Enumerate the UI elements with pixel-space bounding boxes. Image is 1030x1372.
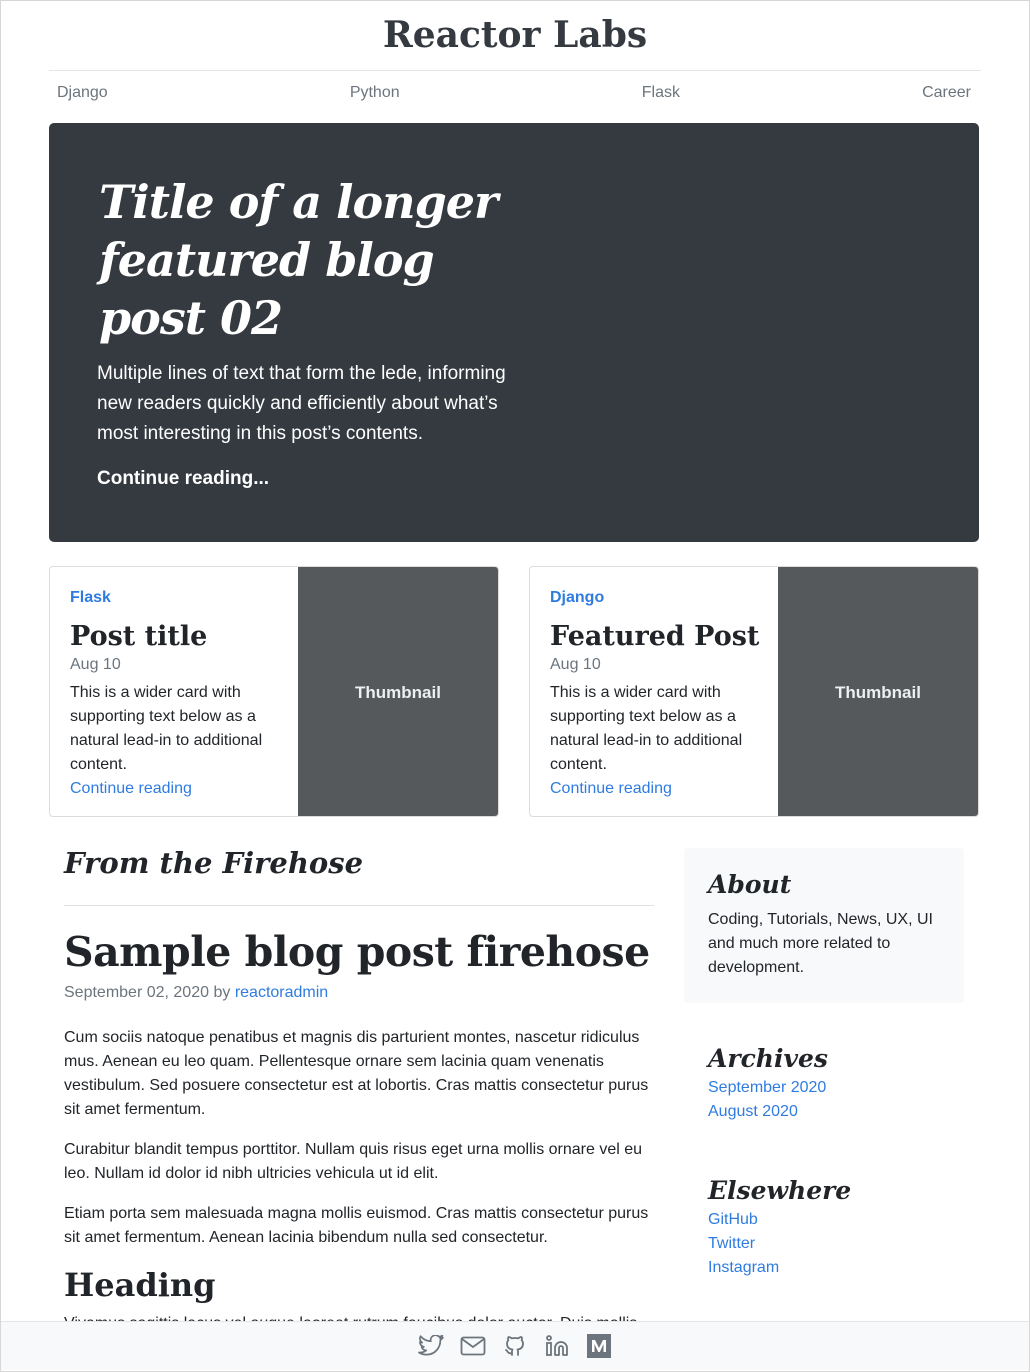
section-divider bbox=[64, 905, 654, 906]
elsewhere-link-twitter[interactable]: Twitter bbox=[708, 1232, 964, 1256]
archive-link-august-2020[interactable]: August 2020 bbox=[708, 1100, 964, 1124]
card-continue-link[interactable]: Continue reading bbox=[70, 777, 280, 801]
sidebar-about: About Coding, Tutorials, News, UX, UI an… bbox=[684, 848, 964, 1003]
nav-item-django[interactable]: Django bbox=[57, 84, 108, 102]
card-date: Aug 10 bbox=[550, 656, 601, 673]
card-body: Flask Post title Aug 10 This is a wider … bbox=[70, 589, 280, 801]
card-text: This is a wider card with supporting tex… bbox=[70, 684, 263, 773]
featured-hero: Title of a longer featured blog post 02 … bbox=[49, 123, 979, 542]
card-title: Post title bbox=[70, 621, 208, 652]
card-continue-link[interactable]: Continue reading bbox=[550, 777, 760, 801]
nav-item-career[interactable]: Career bbox=[922, 84, 971, 102]
header-divider bbox=[49, 70, 981, 71]
linkedin-icon[interactable] bbox=[541, 1330, 573, 1362]
post-paragraph: Etiam porta sem malesuada magna mollis e… bbox=[64, 1205, 649, 1246]
post-card: Flask Post title Aug 10 This is a wider … bbox=[49, 566, 499, 817]
hero-lede: Multiple lines of text that form the led… bbox=[97, 363, 506, 444]
card-text: This is a wider card with supporting tex… bbox=[550, 684, 743, 773]
post-paragraph: Curabitur blandit tempus porttitor. Null… bbox=[64, 1141, 643, 1182]
archives-title: Archives bbox=[708, 1044, 828, 1073]
elsewhere-link-github[interactable]: GitHub bbox=[708, 1208, 964, 1232]
post-date: September 02, 2020 bbox=[64, 984, 209, 1001]
post-meta: September 02, 2020 by reactoradmin bbox=[64, 984, 328, 1002]
category-nav: Django Python Flask Career bbox=[57, 84, 971, 102]
post-subheading: Heading bbox=[64, 1266, 216, 1304]
post-author-link[interactable]: reactoradmin bbox=[235, 984, 328, 1001]
card-thumbnail: Thumbnail bbox=[298, 567, 498, 816]
card-category: Flask bbox=[70, 589, 111, 606]
card-thumbnail: Thumbnail bbox=[778, 567, 978, 816]
sidebar-elsewhere: Elsewhere GitHub Twitter Instagram bbox=[708, 1174, 964, 1280]
archive-link-september-2020[interactable]: September 2020 bbox=[708, 1076, 964, 1100]
post-card: Django Featured Post Aug 10 This is a wi… bbox=[529, 566, 979, 817]
post-title[interactable]: Sample blog post firehose bbox=[64, 928, 650, 976]
elsewhere-link-instagram[interactable]: Instagram bbox=[708, 1256, 964, 1280]
elsewhere-title: Elsewhere bbox=[708, 1176, 852, 1205]
card-body: Django Featured Post Aug 10 This is a wi… bbox=[550, 589, 760, 801]
post-paragraph: Cum sociis natoque penatibus et magnis d… bbox=[64, 1029, 649, 1118]
section-heading: From the Firehose bbox=[64, 846, 364, 880]
nav-item-flask[interactable]: Flask bbox=[642, 84, 680, 102]
twitter-icon[interactable] bbox=[415, 1330, 447, 1362]
card-date: Aug 10 bbox=[70, 656, 121, 673]
post-by: by bbox=[213, 984, 231, 1001]
about-title: About bbox=[708, 870, 792, 899]
card-title: Featured Post bbox=[550, 621, 760, 652]
hero-title: Title of a longer featured blog post 02 bbox=[99, 175, 498, 345]
card-category: Django bbox=[550, 589, 605, 606]
github-icon[interactable] bbox=[499, 1330, 531, 1362]
about-text: Coding, Tutorials, News, UX, UI and much… bbox=[708, 911, 933, 976]
medium-icon[interactable] bbox=[583, 1330, 615, 1362]
hero-continue-link[interactable]: Continue reading... bbox=[97, 468, 269, 490]
mail-icon[interactable] bbox=[457, 1330, 489, 1362]
nav-item-python[interactable]: Python bbox=[350, 84, 400, 102]
social-footer bbox=[1, 1321, 1029, 1370]
site-title[interactable]: Reactor Labs bbox=[0, 14, 1030, 56]
sidebar-archives: Archives September 2020 August 2020 bbox=[708, 1042, 964, 1124]
